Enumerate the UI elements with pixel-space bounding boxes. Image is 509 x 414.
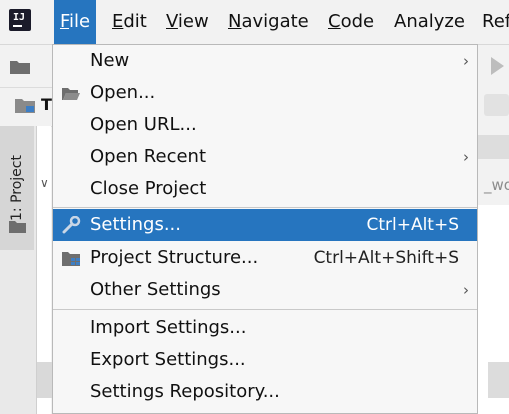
menu-item-label: Settings Repository...	[90, 381, 280, 402]
menu-item-label: Export Settings...	[90, 349, 246, 370]
menu-edit[interactable]: Edit	[106, 0, 153, 44]
menu-separator	[53, 207, 477, 208]
project-folder-icon[interactable]	[14, 96, 36, 114]
menu-item-label: Close Project	[90, 178, 207, 199]
selected-tree-row	[37, 362, 53, 398]
menu-item-new[interactable]: New ›	[53, 45, 477, 77]
menu-refactor[interactable]: Ref	[476, 0, 509, 44]
folder-chip-icon[interactable]	[484, 94, 509, 116]
menu-item-label: Other Settings	[90, 279, 221, 300]
menu-item-import-settings[interactable]: Import Settings...	[53, 312, 477, 344]
menu-item-open-recent[interactable]: Open Recent ›	[53, 141, 477, 173]
menu-item-label: Import Settings...	[90, 317, 247, 338]
chevron-right-icon: ›	[463, 52, 469, 70]
menu-item-other-settings[interactable]: Other Settings ›	[53, 274, 477, 306]
menu-item-label: New	[90, 50, 130, 71]
menu-item-export-settings[interactable]: Export Settings...	[53, 344, 477, 376]
menu-item-settings[interactable]: Settings... Ctrl+Alt+S	[53, 209, 477, 241]
chevron-down-icon[interactable]: ∨	[40, 176, 49, 190]
menu-item-close-project[interactable]: Close Project	[53, 173, 477, 205]
menu-item-label: Open Recent	[90, 146, 207, 167]
folder-icon[interactable]	[9, 219, 26, 233]
editor-tab[interactable]	[478, 135, 509, 159]
chevron-right-icon: ›	[463, 281, 469, 299]
editor-partial-text: _wo	[484, 176, 509, 194]
menu-item-open[interactable]: Open...	[53, 77, 477, 109]
menu-file[interactable]: File	[54, 0, 97, 44]
open-folder-icon	[62, 88, 80, 100]
menu-item-open-url[interactable]: Open URL...	[53, 109, 477, 141]
menu-item-shortcut: Ctrl+Alt+S	[366, 215, 459, 235]
menu-item-label: Settings...	[90, 214, 181, 235]
project-tool-tab-label: 1: Project	[9, 155, 25, 221]
menu-item-label: Open...	[90, 82, 156, 103]
menu-navigate[interactable]: Navigate	[222, 0, 315, 44]
open-folder-icon[interactable]	[9, 57, 31, 75]
menu-item-shortcut: Ctrl+Alt+Shift+S	[313, 248, 459, 268]
menu-separator	[53, 309, 477, 310]
menu-item-settings-repository[interactable]: Settings Repository...	[53, 376, 477, 408]
menu-item-project-structure[interactable]: Project Structure... Ctrl+Alt+Shift+S	[53, 242, 477, 274]
editor-selection	[488, 362, 509, 398]
wrench-icon	[62, 216, 81, 234]
menu-code[interactable]: Code	[322, 0, 380, 44]
logo-mark: IJ	[13, 12, 26, 23]
project-structure-icon	[62, 252, 80, 266]
chevron-right-icon: ›	[463, 148, 469, 166]
nav-breadcrumb-text[interactable]: T	[41, 95, 52, 114]
intellij-logo-icon[interactable]: IJ	[6, 6, 34, 34]
menu-item-label: Project Structure...	[90, 247, 259, 268]
run-icon[interactable]	[491, 57, 504, 75]
file-menu-dropdown: New › Open... Open URL... Open Recent › …	[52, 44, 478, 414]
menu-view[interactable]: View	[160, 0, 215, 44]
menu-analyze[interactable]: Analyze	[388, 0, 471, 44]
logo-bar	[13, 25, 22, 27]
menu-item-label: Open URL...	[90, 114, 197, 135]
